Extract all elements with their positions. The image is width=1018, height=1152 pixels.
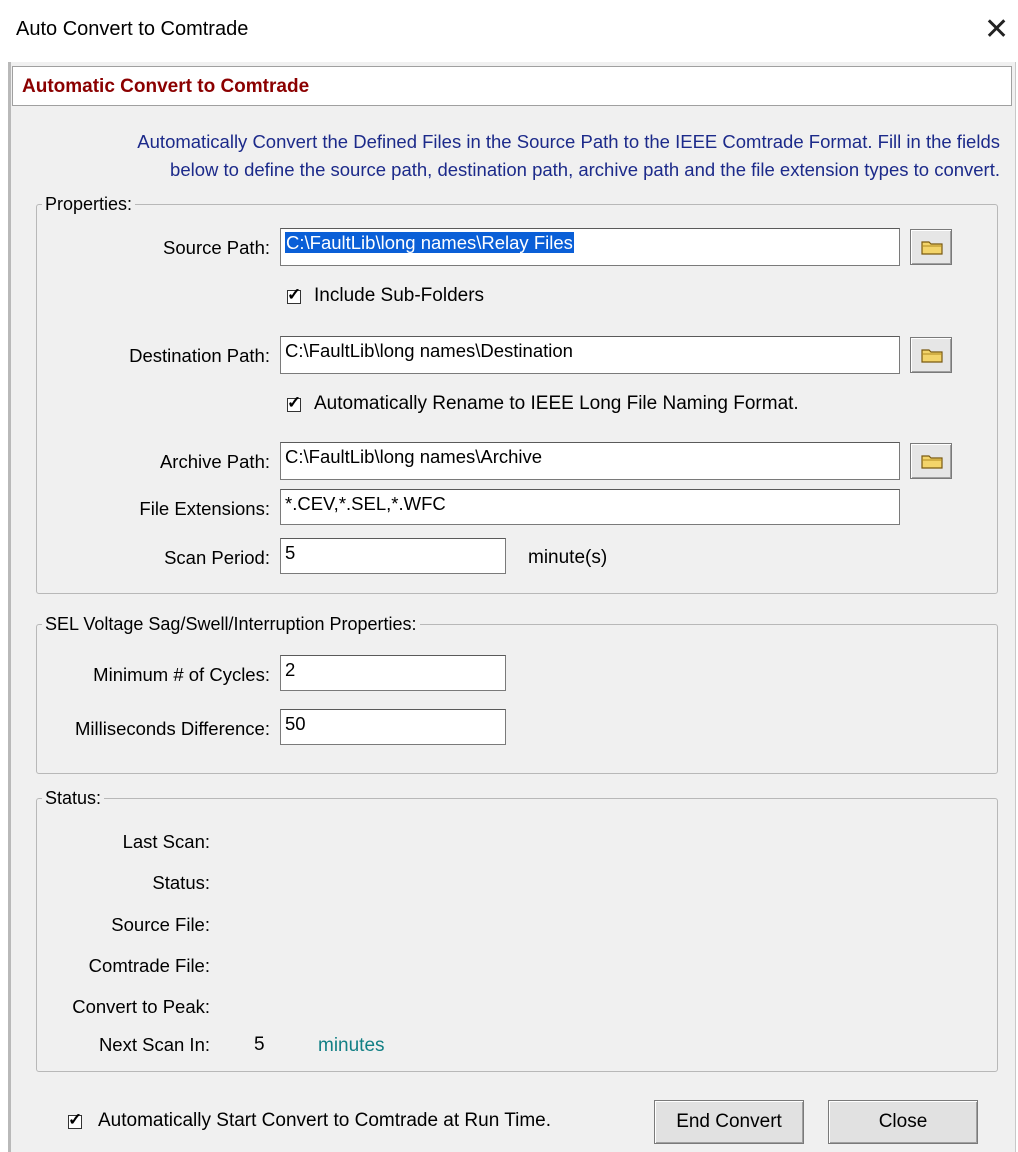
end-convert-label: End Convert <box>676 1111 782 1132</box>
close-icon[interactable]: ✕ <box>984 12 1009 48</box>
file-extensions-label: File Extensions: <box>139 498 270 519</box>
destination-path-value: C:\FaultLib\long names\Destination <box>285 340 573 361</box>
close-button-label: Close <box>878 1111 928 1132</box>
archive-path-input[interactable]: C:\FaultLib\long names\Archive <box>280 442 900 480</box>
source-path-value: C:\FaultLib\long names\Relay Files <box>285 232 574 253</box>
include-subfolders-checkbox[interactable]: ✓ <box>287 285 301 304</box>
rename-checkbox[interactable]: ✓ <box>287 393 301 412</box>
folder-icon <box>921 241 943 255</box>
source-browse-button[interactable] <box>910 229 952 265</box>
archive-path-value: C:\FaultLib\long names\Archive <box>285 446 543 467</box>
status-legend: Status: <box>42 788 105 809</box>
file-extensions-input[interactable]: *.CEV,*.SEL,*.WFC <box>280 489 900 525</box>
next-scan-label: Next Scan In: <box>98 1034 210 1055</box>
checkmark-icon: ✓ <box>68 1110 83 1129</box>
sel-properties-group <box>36 624 998 774</box>
next-scan-unit: minutes <box>318 1035 385 1056</box>
description-text: Automatically Convert the Defined Files … <box>30 128 1000 184</box>
checkmark-icon: ✓ <box>287 393 302 412</box>
convert-to-peak-label: Convert to Peak: <box>72 996 210 1017</box>
archive-path-label: Archive Path: <box>159 451 270 472</box>
destination-path-input[interactable]: C:\FaultLib\long names\Destination <box>280 336 900 374</box>
scan-period-unit: minute(s) <box>528 547 608 568</box>
last-scan-label: Last Scan: <box>122 831 210 852</box>
window-title: Auto Convert to Comtrade <box>16 18 249 40</box>
min-cycles-value: 2 <box>285 659 296 680</box>
file-extensions-value: *.CEV,*.SEL,*.WFC <box>285 493 446 514</box>
ms-difference-label: Milliseconds Difference: <box>74 718 270 739</box>
rename-label: Automatically Rename to IEEE Long File N… <box>314 393 799 414</box>
auto-start-label: Automatically Start Convert to Comtrade … <box>98 1110 552 1131</box>
close-button[interactable]: Close <box>828 1100 978 1144</box>
folder-icon <box>921 455 943 469</box>
next-scan-value: 5 <box>254 1034 265 1055</box>
status-label: Status: <box>152 872 210 893</box>
comtrade-file-label: Comtrade File: <box>88 955 210 976</box>
include-subfolders-label: Include Sub-Folders <box>314 285 485 306</box>
checkmark-icon: ✓ <box>287 285 302 304</box>
destination-path-label: Destination Path: <box>129 345 270 366</box>
ms-difference-input[interactable]: 50 <box>280 709 506 745</box>
scan-period-value: 5 <box>285 542 296 563</box>
source-file-label: Source File: <box>111 914 210 935</box>
description-line-2: below to define the source path, destina… <box>170 159 1000 180</box>
scan-period-input[interactable]: 5 <box>280 538 506 574</box>
header-title: Automatic Convert to Comtrade <box>22 76 310 97</box>
destination-browse-button[interactable] <box>910 337 952 373</box>
min-cycles-input[interactable]: 2 <box>280 655 506 691</box>
archive-browse-button[interactable] <box>910 443 952 479</box>
min-cycles-label: Minimum # of Cycles: <box>93 664 270 685</box>
properties-legend: Properties: <box>42 194 136 215</box>
scan-period-label: Scan Period: <box>164 547 270 568</box>
ms-difference-value: 50 <box>285 713 306 734</box>
auto-start-checkbox[interactable]: ✓ <box>68 1110 82 1129</box>
source-path-label: Source Path: <box>163 237 270 258</box>
sel-properties-legend: SEL Voltage Sag/Swell/Interruption Prope… <box>42 614 420 635</box>
end-convert-button[interactable]: End Convert <box>654 1100 804 1144</box>
description-line-1: Automatically Convert the Defined Files … <box>137 131 1000 152</box>
folder-icon <box>921 349 943 363</box>
source-path-input[interactable]: C:\FaultLib\long names\Relay Files <box>280 228 900 266</box>
